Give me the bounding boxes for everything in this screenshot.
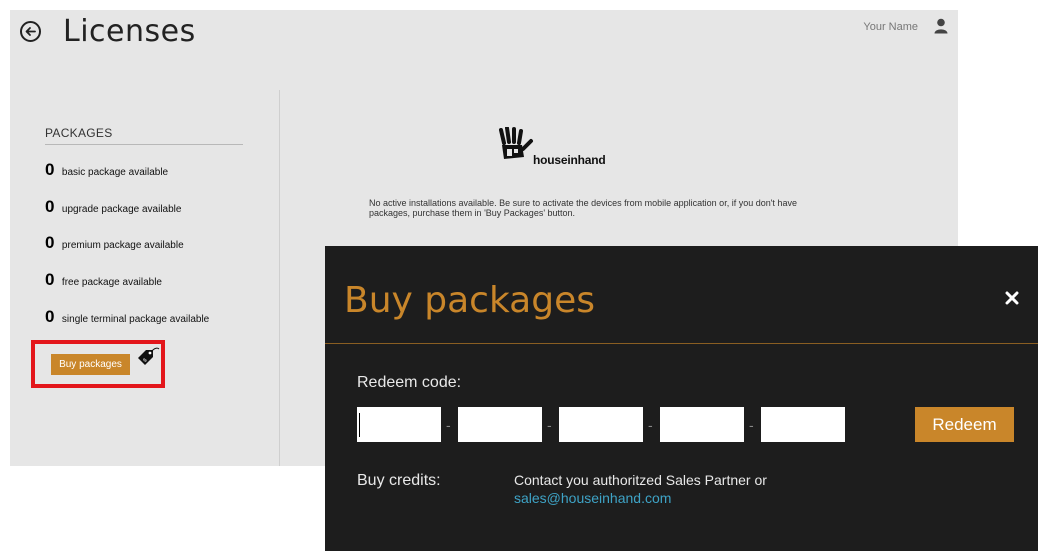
package-count: 0: [45, 307, 55, 326]
modal-title: Buy packages: [344, 280, 595, 321]
package-label: free package available: [61, 277, 162, 288]
code-separator: -: [547, 417, 552, 433]
package-count: 0: [45, 197, 55, 216]
modal-divider: [325, 343, 1038, 344]
hand-house-logo-icon: [499, 126, 533, 159]
package-count: 0: [45, 270, 55, 289]
package-row-single-terminal: 0 single terminal package available: [45, 307, 209, 327]
page-header: Licenses Your Name: [10, 10, 958, 70]
no-installations-message: No active installations available. Be su…: [369, 198, 797, 218]
page-title: Licenses: [63, 14, 196, 49]
package-label: upgrade package available: [61, 204, 182, 215]
buy-packages-modal: Buy packages Redeem code: - - - - Redeem…: [325, 246, 1038, 551]
code-separator: -: [749, 417, 754, 433]
redeem-code-label: Redeem code:: [357, 374, 462, 391]
redeem-button[interactable]: Redeem: [915, 407, 1014, 442]
logo-text: houseinhand: [533, 153, 606, 167]
redeem-code-field-3[interactable]: [559, 407, 643, 442]
screenshot-stage: Licenses Your Name PACKAGES 0 basic pack…: [0, 0, 1038, 551]
redeem-code-field-1[interactable]: [357, 407, 441, 442]
package-count: 0: [45, 233, 55, 252]
package-row-upgrade: 0 upgrade package available: [45, 197, 181, 217]
back-arrow-icon[interactable]: [20, 21, 41, 42]
packages-header: PACKAGES: [45, 126, 243, 145]
redeem-code-field-2[interactable]: [458, 407, 542, 442]
package-count: 0: [45, 160, 55, 179]
user-name[interactable]: Your Name: [863, 21, 918, 33]
user-icon[interactable]: [934, 18, 948, 34]
redeem-code-field-5[interactable]: [761, 407, 845, 442]
buy-packages-highlight: [31, 340, 165, 388]
contact-text: Contact you authoritzed Sales Partner or: [514, 472, 767, 488]
close-icon[interactable]: [1005, 291, 1019, 305]
code-separator: -: [648, 417, 653, 433]
redeem-code-field-4[interactable]: [660, 407, 744, 442]
package-label: single terminal package available: [61, 314, 210, 325]
package-row-premium: 0 premium package available: [45, 233, 184, 253]
sales-email-link[interactable]: sales@houseinhand.com: [514, 490, 671, 506]
package-label: premium package available: [61, 240, 184, 251]
buy-credits-label: Buy credits:: [357, 472, 441, 489]
text-cursor: [359, 413, 360, 437]
package-row-free: 0 free package available: [45, 270, 162, 290]
code-separator: -: [446, 417, 451, 433]
package-label: basic package available: [61, 167, 169, 178]
package-row-basic: 0 basic package available: [45, 160, 168, 180]
packages-sidebar: PACKAGES 0 basic package available 0 upg…: [10, 90, 280, 466]
houseinhand-logo: houseinhand: [498, 126, 628, 167]
